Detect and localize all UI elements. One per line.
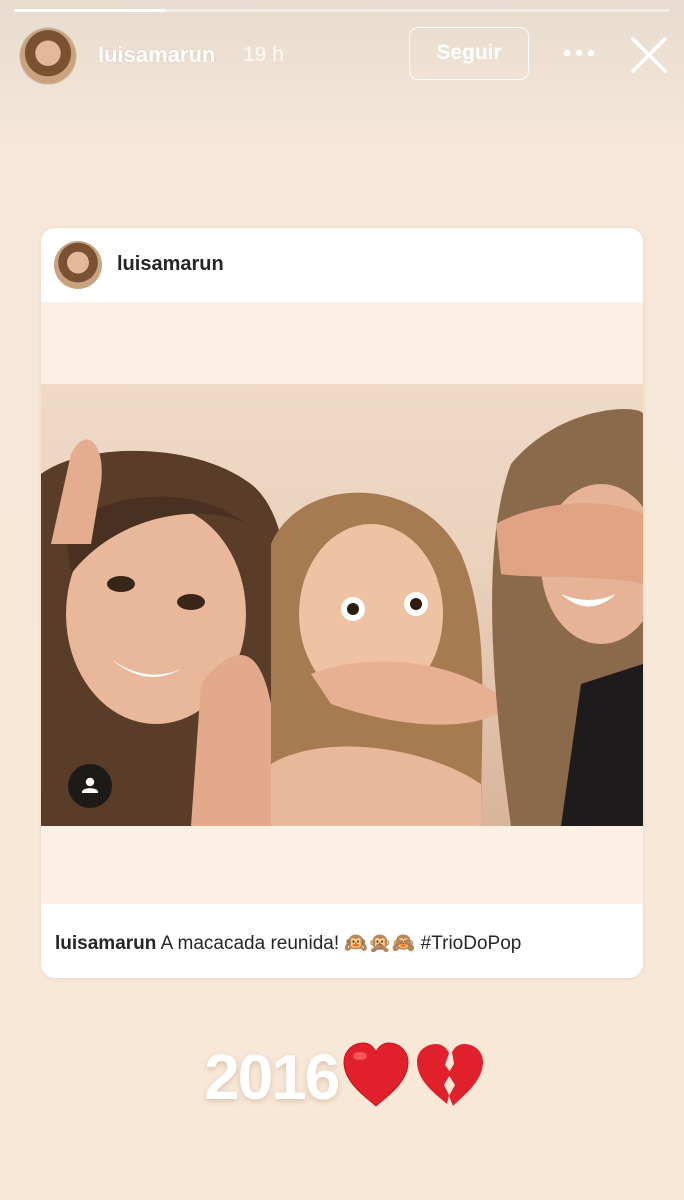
photo-illustration [41, 409, 643, 826]
story-progress-fill [14, 9, 165, 12]
story-username[interactable]: luisamarun [98, 42, 215, 68]
caption-bar: luisamarun A macacada reunida! 🙉🙊🙈 #Trio… [41, 904, 643, 978]
red-heart-icon [343, 1042, 409, 1107]
story-header: luisamarun 19 h Seguir [0, 26, 684, 86]
broken-heart-icon [417, 1044, 483, 1106]
post-photo[interactable] [41, 384, 643, 826]
close-icon[interactable] [630, 36, 668, 74]
caption-username[interactable]: luisamarun [55, 933, 156, 954]
post-avatar[interactable] [54, 241, 102, 289]
story-progress-bar [14, 9, 670, 12]
post-caption: luisamarun A macacada reunida! 🙉🙊🙈 #Trio… [55, 931, 521, 955]
more-icon[interactable] [562, 46, 596, 60]
follow-button[interactable]: Seguir [409, 27, 529, 80]
year-sticker: 2016 [204, 1041, 340, 1113]
caption-text: A macacada reunida! 🙉🙊🙈 #TrioDoPop [160, 933, 522, 954]
shared-post-card[interactable]: luisamarun luisamarun A macacada reunida… [41, 228, 643, 978]
story-timestamp: 19 h [243, 43, 284, 66]
avatar[interactable] [20, 28, 76, 84]
post-username[interactable]: luisamarun [117, 253, 224, 276]
post-header: luisamarun [41, 228, 643, 302]
user-tag-icon[interactable] [68, 764, 112, 808]
